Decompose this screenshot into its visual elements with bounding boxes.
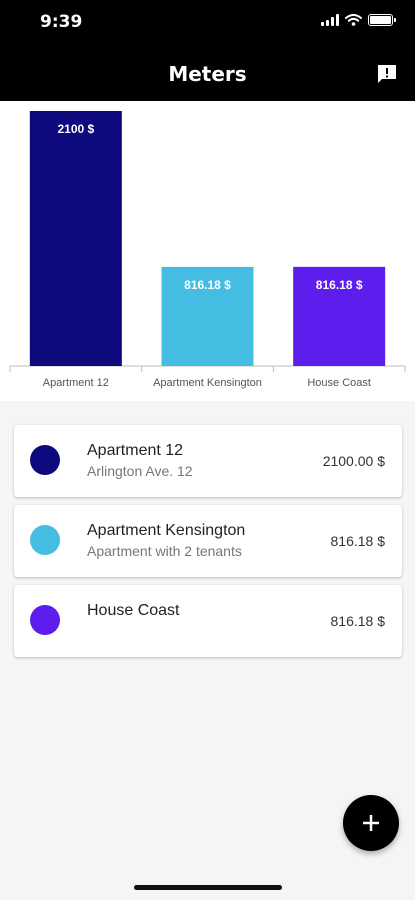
x-tick-label: House Coast — [307, 377, 371, 389]
meter-list: Apartment 12 Arlington Ave. 12 2100.00 $… — [14, 425, 402, 665]
meter-amount: 2100.00 $ — [322, 453, 385, 469]
status-icons — [321, 14, 396, 26]
meter-name: Apartment Kensington — [87, 522, 246, 539]
feedback-icon — [378, 65, 396, 83]
meter-color-dot — [30, 605, 60, 635]
page-title: Meters — [168, 62, 247, 86]
chart-data-label: 2100 $ — [57, 122, 94, 136]
bar-chart: 2100 $ Apartment 12 816.18 $ Apartment Kens… — [9, 111, 406, 389]
meter-amount: 816.18 $ — [330, 613, 386, 629]
app-bar: Meters — [0, 46, 415, 101]
battery-icon — [368, 14, 396, 26]
wifi-icon — [345, 14, 362, 26]
x-tick-label: Apartment 12 — [43, 377, 109, 389]
chart-bar[interactable] — [29, 111, 122, 366]
bar-chart-panel: 2100 $ Apartment 12 816.18 $ Apartment Kens… — [0, 101, 415, 401]
feedback-button[interactable] — [371, 58, 403, 90]
chart-data-label: 816.18 $ — [316, 278, 363, 292]
plus-icon — [363, 815, 379, 831]
meter-description: Apartment with 2 tenants — [87, 543, 242, 559]
meter-card-apartment-12[interactable]: Apartment 12 Arlington Ave. 12 2100.00 $ — [14, 425, 402, 497]
status-time: 9:39 — [40, 12, 83, 32]
meter-description: Arlington Ave. 12 — [87, 463, 193, 479]
meter-name: Apartment 12 — [87, 442, 184, 459]
meter-card-apartment-kensington[interactable]: Apartment Kensington Apartment with 2 te… — [14, 505, 402, 577]
meter-card-house-coast[interactable]: House Coast 816.18 $ — [14, 585, 402, 657]
meter-color-dot — [30, 525, 60, 555]
home-indicator — [134, 885, 282, 890]
meter-color-dot — [30, 445, 60, 475]
add-meter-button[interactable] — [343, 795, 399, 851]
signal-icon — [321, 14, 339, 26]
x-tick-label: Apartment Kensington — [153, 377, 262, 389]
meter-amount: 816.18 $ — [330, 533, 386, 549]
meter-name: House Coast — [87, 602, 180, 619]
status-bar: 9:39 — [0, 0, 415, 46]
chart-data-label: 816.18 $ — [184, 278, 231, 292]
